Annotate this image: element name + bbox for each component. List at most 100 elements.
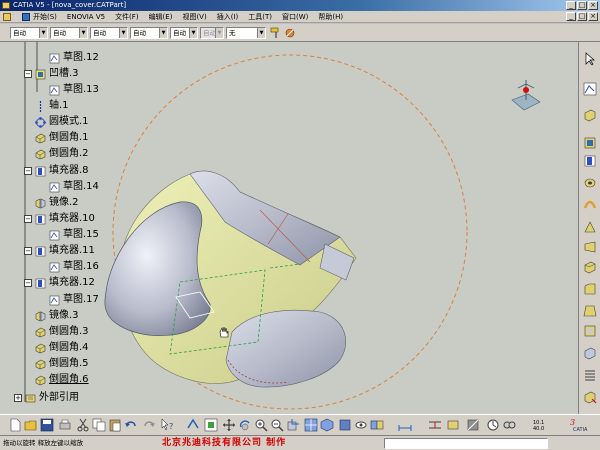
fly-mode-icon[interactable] — [186, 418, 200, 432]
redo-icon[interactable] — [142, 418, 156, 432]
save-icon[interactable] — [40, 418, 54, 432]
normal-view-icon[interactable] — [286, 418, 300, 432]
doc-minimize-button[interactable]: _ — [566, 12, 576, 21]
analysis-icon[interactable] — [486, 418, 500, 432]
paste-icon[interactable] — [108, 418, 122, 432]
tree-item-label: 圆模式.1 — [49, 116, 89, 127]
draft-icon[interactable] — [583, 304, 597, 318]
multi-view-icon[interactable] — [304, 418, 318, 432]
tree-expander[interactable]: − — [24, 70, 32, 78]
pocket-icon[interactable] — [583, 136, 597, 150]
fillet-icon — [35, 327, 46, 338]
line-type-combo[interactable]: 自动 ▼ — [130, 27, 168, 39]
3d-viewport[interactable]: 草图.12 − 凹槽.3 草图.13 轴.1 圆模式.1 倒圆角.1 倒圆角.2 … — [0, 42, 578, 414]
knowledge-icon[interactable] — [502, 418, 516, 432]
document-menu-icon[interactable] — [0, 11, 19, 22]
new-file-icon[interactable] — [8, 418, 22, 432]
open-folder-icon[interactable] — [24, 418, 38, 432]
iso-view-icon[interactable] — [320, 418, 334, 432]
print-icon[interactable] — [58, 418, 72, 432]
hole-icon[interactable] — [583, 176, 597, 190]
fillet-icon — [35, 343, 46, 354]
menu-start[interactable]: 开始(S) — [19, 11, 62, 22]
edge-fillet-icon[interactable] — [583, 260, 597, 274]
layer-combo-value: 无 — [229, 29, 236, 37]
sketch-icon — [49, 262, 60, 273]
shell-icon[interactable] — [583, 324, 597, 338]
format-painter-icon[interactable] — [270, 27, 282, 39]
color-combo[interactable]: 自动 ▼ — [10, 27, 48, 39]
tree-expander[interactable]: − — [24, 215, 32, 223]
select-icon[interactable] — [583, 52, 597, 66]
menu-tools[interactable]: 工具(T) — [243, 11, 277, 22]
line-thickness-combo[interactable]: 自动 ▼ — [90, 27, 128, 39]
undo-icon[interactable] — [124, 418, 138, 432]
properties-icon[interactable] — [284, 27, 296, 39]
zoom-in-icon[interactable] — [254, 418, 268, 432]
menu-insert[interactable]: 插入(I) — [212, 11, 244, 22]
title-bar: CATIA V5 - [nova_cover.CATPart] _ □ × — [0, 0, 600, 11]
zoom-out-icon[interactable] — [270, 418, 284, 432]
measure-between-icon[interactable] — [428, 418, 442, 432]
window-title: CATIA V5 - [nova_cover.CATPart] — [13, 1, 127, 9]
hide-show-icon[interactable] — [354, 418, 368, 432]
close-button[interactable]: × — [588, 1, 598, 10]
status-bar: 拖动以旋转 释放左键以缩放 北京兆迪科技有限公司 制作 — [0, 435, 600, 450]
menu-edit[interactable]: 编辑(E) — [144, 11, 178, 22]
fillet-icon — [35, 149, 46, 160]
cut-icon[interactable] — [76, 418, 90, 432]
compass-icon[interactable] — [508, 76, 542, 116]
rotate-icon[interactable] — [238, 418, 252, 432]
pan-icon[interactable] — [222, 418, 236, 432]
tree-expander[interactable]: − — [24, 167, 32, 175]
stiffener-icon[interactable] — [583, 220, 597, 234]
chevron-down-icon: ▼ — [159, 28, 167, 38]
external-references-icon — [25, 394, 36, 403]
thread-icon[interactable] — [583, 368, 597, 382]
doc-maximize-button[interactable]: □ — [577, 12, 587, 21]
tree-expander[interactable]: + — [14, 394, 22, 402]
shaft-icon[interactable] — [583, 154, 597, 168]
sketch-icon — [49, 85, 60, 96]
doc-close-button[interactable]: × — [588, 12, 598, 21]
sketch-tool-icon[interactable] — [583, 82, 597, 96]
menu-file[interactable]: 文件(F) — [110, 11, 144, 22]
measure-item-icon[interactable] — [446, 418, 460, 432]
point-symbol-combo-value: 自动 — [173, 29, 186, 37]
minimize-button[interactable]: _ — [566, 1, 576, 10]
tree-expander[interactable]: − — [24, 247, 32, 255]
chevron-down-icon: ▼ — [119, 28, 127, 38]
rib-icon[interactable] — [583, 198, 597, 212]
copy-icon[interactable] — [92, 418, 106, 432]
loft-icon[interactable] — [583, 240, 597, 254]
transparency-combo[interactable]: 自动 ▼ — [50, 27, 88, 39]
filler-icon — [35, 166, 46, 177]
measure-icon[interactable] — [398, 418, 412, 432]
tree-item-label: 草图.17 — [63, 294, 99, 305]
maximize-button[interactable]: □ — [577, 1, 587, 10]
point-symbol-combo[interactable]: 自动 ▼ — [170, 27, 198, 39]
fit-all-icon[interactable] — [204, 418, 218, 432]
tree-item-label: 填充器.12 — [49, 277, 95, 288]
catia-application: CATIA V5 - [nova_cover.CATPart] _ □ × 开始… — [0, 0, 600, 450]
menu-enovia[interactable]: ENOVIA V5 — [62, 11, 110, 22]
pad-icon[interactable] — [583, 108, 597, 122]
thickness-icon[interactable] — [583, 346, 597, 360]
menu-view[interactable]: 视图(V) — [177, 11, 211, 22]
remove-face-icon[interactable] — [583, 390, 597, 404]
tree-item-label: 草图.15 — [63, 229, 99, 240]
tree-item-label: 草图.13 — [63, 84, 99, 95]
tree-expander[interactable]: − — [24, 279, 32, 287]
bottom-toolbar: ? 10.1 40.0 3 CATIA — [0, 414, 600, 435]
menu-help[interactable]: 帮助(H) — [313, 11, 348, 22]
layer-combo[interactable]: 无 ▼ — [226, 27, 266, 39]
tree-item-label: 镜像.3 — [49, 310, 79, 321]
tree-item-label: 倒圆角.3 — [49, 326, 89, 337]
whats-this-icon[interactable]: ? — [160, 418, 174, 432]
chamfer-icon[interactable] — [583, 282, 597, 296]
swap-space-icon[interactable] — [370, 418, 384, 432]
apply-material-icon[interactable] — [466, 418, 480, 432]
shading-icon[interactable] — [338, 418, 352, 432]
command-input[interactable] — [384, 438, 548, 449]
menu-window[interactable]: 窗口(W) — [277, 11, 313, 22]
